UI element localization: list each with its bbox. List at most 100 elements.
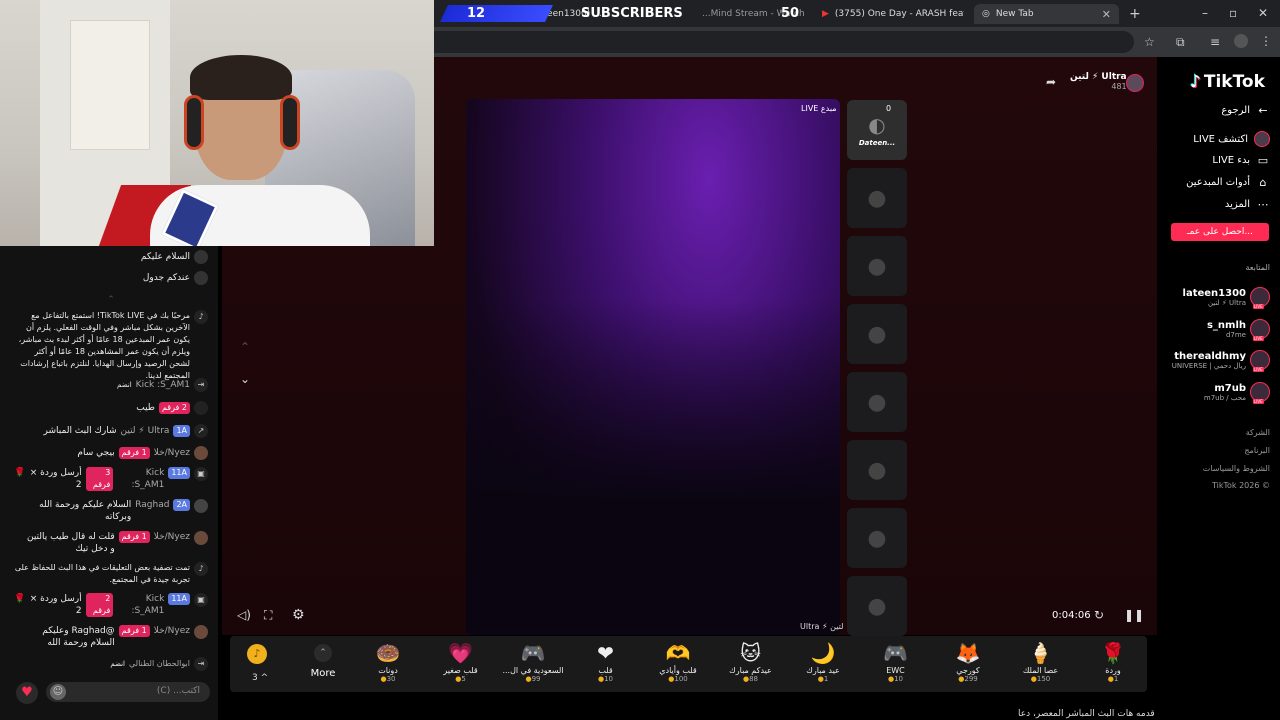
emoji-icon[interactable]: ☺ bbox=[50, 684, 66, 700]
following-item[interactable]: lateen1300Ultra ⚡ لتين bbox=[1183, 287, 1270, 309]
chat-text: السلام عليكم ورحمة الله وبركاته bbox=[39, 500, 132, 522]
empty-guest-slot[interactable]: ● bbox=[847, 236, 907, 296]
chat-username[interactable]: Raghad bbox=[135, 499, 169, 511]
nav-back[interactable]: ← الرجوع bbox=[1221, 104, 1270, 117]
gift-item[interactable]: 🎮 السعودية في ال... 99● bbox=[501, 640, 565, 683]
following-item[interactable]: m7ubمحب / m7ub bbox=[1204, 382, 1270, 404]
chat-username[interactable]: Nyez/خلا bbox=[154, 625, 190, 637]
menu-kebab-icon[interactable]: ⋮ bbox=[1260, 34, 1272, 48]
empty-guest-slot[interactable]: ● bbox=[847, 304, 907, 364]
gift-item[interactable]: 🎮 EWC 10● bbox=[864, 640, 928, 683]
empty-guest-slot[interactable]: ● bbox=[847, 372, 907, 432]
footer-company-link[interactable]: الشركة bbox=[1246, 428, 1270, 437]
chat-username[interactable]: Nyez/خلا bbox=[154, 531, 190, 543]
subs-label: SUBSCRIBERS bbox=[581, 6, 683, 21]
gift-item[interactable]: ❤ قلب 10● bbox=[574, 640, 638, 683]
media-icon[interactable]: ≡ bbox=[1210, 35, 1220, 49]
like-heart-button[interactable]: ♥ bbox=[16, 682, 38, 704]
chat-text: انضم bbox=[117, 381, 132, 389]
chat-username[interactable]: Kick :S_AM1 bbox=[117, 593, 164, 617]
extensions-icon[interactable]: ⧉ bbox=[1176, 35, 1185, 50]
tab-new[interactable]: ◎ New Tab ✕ bbox=[974, 4, 1119, 24]
following-item[interactable]: therealdhmyريال دحمي | UNIVERSE bbox=[1172, 350, 1270, 372]
nav-discover-live[interactable]: اكتشف LIVE bbox=[1193, 131, 1270, 147]
gift-item[interactable]: 🍩 دونات 30● bbox=[356, 640, 420, 683]
chat-username[interactable]: Ultra ⚡ لتين bbox=[121, 425, 170, 437]
gift-icon: 🌹 bbox=[1100, 641, 1126, 665]
empty-guest-slot[interactable]: ● bbox=[847, 168, 907, 228]
close-icon[interactable]: ✕ bbox=[1102, 8, 1111, 21]
volume-icon[interactable]: ◁) bbox=[237, 608, 251, 622]
settings-gear-icon[interactable]: ⚙ bbox=[292, 607, 305, 623]
following-item[interactable]: s_nmlhd7me bbox=[1207, 319, 1270, 341]
discover-avatar-icon bbox=[1254, 131, 1270, 147]
fan-badge: 1 فرقم bbox=[118, 625, 150, 637]
window-close-icon[interactable]: ✕ bbox=[1258, 6, 1268, 20]
refresh-icon[interactable]: ↻ bbox=[1094, 608, 1104, 622]
nav-start-live[interactable]: ▭ بدء LIVE bbox=[1212, 154, 1270, 167]
minimize-icon[interactable]: – bbox=[1202, 6, 1208, 20]
empty-guest-slot[interactable]: ● bbox=[847, 576, 907, 636]
gift-name: قلب وأيادي bbox=[659, 666, 697, 675]
new-tab-icon[interactable]: + bbox=[1129, 6, 1141, 22]
coin-icon[interactable]: ♪ bbox=[247, 644, 267, 664]
address-bar: ☆ ⧉ ≡ ⋮ bbox=[434, 27, 1280, 57]
creator-avatar[interactable] bbox=[1126, 74, 1144, 92]
gift-price-value: 5 bbox=[461, 675, 466, 683]
get-coins-button[interactable]: احصل على عمـ... bbox=[1171, 223, 1269, 241]
gift-item[interactable]: 🦊 كورجي 299● bbox=[936, 640, 1000, 683]
gift-item[interactable]: 🐱 عيدكم مبارك 88● bbox=[719, 640, 783, 683]
tiktok-icon: ♪ bbox=[194, 562, 208, 576]
camera-icon: ▭ bbox=[1257, 154, 1269, 167]
url-input[interactable] bbox=[434, 31, 1134, 53]
subs-left-count: 12 bbox=[467, 6, 486, 21]
following-text: s_nmlh d7me bbox=[1207, 320, 1246, 339]
host-slot[interactable]: ◐ Dateen... bbox=[847, 100, 907, 160]
live-video[interactable] bbox=[466, 99, 840, 635]
cam-shelf bbox=[70, 20, 150, 150]
more-gifts-button[interactable]: ⌃ More bbox=[308, 644, 338, 679]
pause-icon[interactable]: ❚❚ bbox=[1124, 608, 1144, 622]
maximize-icon[interactable]: ▫ bbox=[1229, 6, 1237, 20]
empty-guest-slot[interactable]: ● bbox=[847, 508, 907, 568]
footer-terms-link[interactable]: الشروط والسياسات bbox=[1203, 464, 1270, 473]
chat-username[interactable]: Nyez/خلا bbox=[154, 447, 190, 459]
gift-item[interactable]: 💗 قلب صغير 5● bbox=[429, 640, 493, 683]
nav-more[interactable]: ⋯ المزيد bbox=[1225, 198, 1270, 211]
gift-name: عيدكم مبارك bbox=[729, 666, 772, 675]
share-icon[interactable]: ➦ bbox=[1046, 75, 1056, 89]
gift-name: وردة bbox=[1105, 666, 1121, 675]
tiktok-logo[interactable]: ♪ TikTok bbox=[1190, 72, 1265, 92]
avatar bbox=[194, 625, 208, 639]
empty-guest-slot[interactable]: ● bbox=[847, 440, 907, 500]
chat-username[interactable]: Kick :S_AM1 bbox=[136, 379, 190, 391]
fullscreen-icon[interactable]: ⛶ bbox=[264, 608, 272, 623]
gift-item[interactable]: 🫶 قلب وأيادي 100● bbox=[646, 640, 710, 683]
level-badge: 11A bbox=[168, 467, 190, 479]
bookmark-star-icon[interactable]: ☆ bbox=[1144, 35, 1155, 49]
gift-price: 1● bbox=[791, 675, 855, 683]
chat-input[interactable]: اكتب... (C) bbox=[46, 682, 210, 702]
chat-input-placeholder: اكتب... (C) bbox=[156, 686, 200, 696]
avatar bbox=[194, 499, 208, 513]
gift-item[interactable]: 🌙 عيد مبارك 1● bbox=[791, 640, 855, 683]
prev-stream-icon[interactable]: ⌃ bbox=[240, 340, 250, 354]
join-icon: ⇥ bbox=[194, 657, 208, 671]
collapse-divider[interactable]: ⌃ bbox=[14, 294, 208, 306]
profile-avatar[interactable] bbox=[1234, 34, 1248, 48]
chat-username[interactable]: Kick :S_AM1 bbox=[117, 467, 164, 491]
chat-username[interactable]: ابوالحطان الطنالي bbox=[129, 658, 190, 670]
level-badge: 11A bbox=[168, 593, 190, 605]
gift-item[interactable]: 🌹 وردة 1● bbox=[1081, 640, 1145, 683]
house-icon: ⌂ bbox=[1259, 176, 1267, 189]
next-stream-icon[interactable]: ⌄ bbox=[240, 372, 250, 386]
guest-slots: ◐ Dateen... ● ● ● ● ● ● ● bbox=[847, 100, 907, 636]
creator-info[interactable]: Ultra ⚡ لتين 481 bbox=[1070, 72, 1127, 91]
footer-program-link[interactable]: البرنامج bbox=[1244, 446, 1270, 455]
tab-3[interactable]: ▶ (3755) One Day - ARASH feat Helena // C… bbox=[814, 4, 964, 24]
gift-item[interactable]: 🍦 عصا الملك 150● bbox=[1009, 640, 1073, 683]
bottom-caption: قدمه هات البث المباشر المعصر، دعا bbox=[1018, 709, 1155, 719]
nav-creator-tools[interactable]: ⌂ أدوات المبدعين bbox=[1186, 176, 1270, 189]
chat-text: شارك البث المباشر bbox=[43, 426, 117, 436]
coin-count[interactable]: 3 ^ bbox=[252, 673, 268, 683]
